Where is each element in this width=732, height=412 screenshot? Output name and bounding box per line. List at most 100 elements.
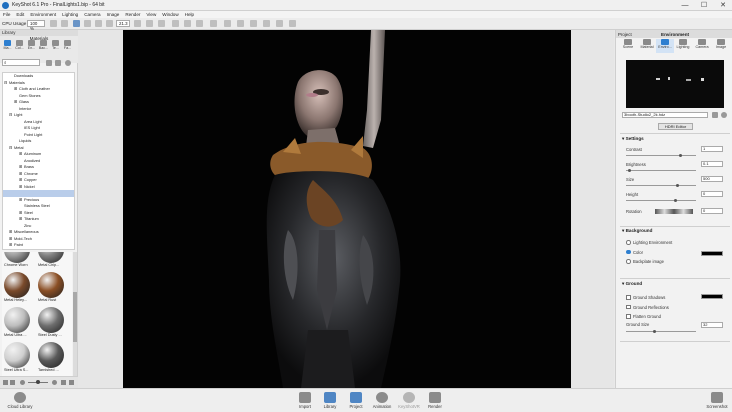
minimize-icon[interactable]: — bbox=[678, 1, 692, 10]
import-button[interactable]: Import bbox=[294, 392, 316, 409]
library-search-input[interactable]: ⌕ bbox=[2, 59, 40, 66]
render-preview-icon[interactable] bbox=[250, 20, 257, 27]
menu-environment[interactable]: Environment bbox=[30, 12, 56, 17]
library-tab-colors[interactable]: Col... bbox=[14, 40, 25, 52]
setting-slider-knob[interactable] bbox=[679, 154, 683, 157]
ground-checkbox[interactable] bbox=[626, 295, 631, 300]
menu-view[interactable]: View bbox=[146, 12, 156, 17]
rotation-input[interactable]: 0 bbox=[701, 208, 723, 214]
close-icon[interactable]: ✕ bbox=[716, 1, 730, 10]
setting-input[interactable]: 1 bbox=[701, 146, 723, 152]
maximize-icon[interactable]: ☐ bbox=[697, 1, 711, 10]
background-radio[interactable] bbox=[626, 240, 631, 245]
rotation-dial[interactable] bbox=[655, 209, 693, 214]
menu-edit[interactable]: Edit bbox=[16, 12, 24, 17]
ground-checkbox[interactable] bbox=[626, 314, 631, 319]
library-tab-favorites[interactable]: Fa... bbox=[62, 40, 73, 52]
menu-file[interactable]: File bbox=[3, 12, 10, 17]
project-button[interactable]: Project bbox=[345, 392, 367, 409]
refresh-library-icon[interactable] bbox=[65, 60, 71, 66]
cpu-usage-select[interactable]: 100 % bbox=[27, 20, 45, 31]
cloud-icon[interactable] bbox=[61, 380, 66, 385]
library-tab-materials[interactable]: Ma... bbox=[2, 40, 13, 52]
setting-slider[interactable] bbox=[626, 200, 696, 201]
ground-size-knob[interactable] bbox=[652, 330, 656, 333]
render-viewport[interactable] bbox=[123, 30, 571, 388]
material-thumbnail[interactable]: Metal Heley... bbox=[4, 272, 30, 302]
region-icon[interactable] bbox=[158, 20, 165, 27]
library-tab-environments[interactable]: En... bbox=[26, 40, 37, 52]
image-icon[interactable] bbox=[276, 20, 283, 27]
folder-open-icon[interactable] bbox=[712, 112, 718, 118]
menu-image[interactable]: Image bbox=[107, 12, 120, 17]
setting-slider-knob[interactable] bbox=[675, 184, 679, 187]
zoom-input[interactable]: 21.3 bbox=[116, 20, 130, 27]
library-tab-textures[interactable]: Te... bbox=[50, 40, 61, 52]
tumble-icon[interactable] bbox=[172, 20, 179, 27]
studio-icon[interactable] bbox=[224, 20, 231, 27]
zoom-out-icon[interactable] bbox=[20, 380, 25, 385]
move-tool-icon[interactable] bbox=[84, 20, 91, 27]
menu-render[interactable]: Render bbox=[125, 12, 140, 17]
thumbnail-size-knob[interactable] bbox=[36, 380, 40, 384]
material-thumbnail[interactable]: Tarnished ... bbox=[38, 342, 64, 372]
refresh-icon[interactable] bbox=[73, 20, 80, 27]
zoom-in-icon[interactable] bbox=[52, 380, 57, 385]
thumbnail-scrollbar[interactable] bbox=[73, 252, 77, 376]
settings-icon[interactable] bbox=[69, 380, 74, 385]
import-icon[interactable] bbox=[55, 60, 61, 66]
camera-icon[interactable] bbox=[134, 20, 141, 27]
tree-item[interactable]: ⊞ Paint bbox=[3, 242, 74, 249]
project-tab-environment[interactable]: Enviro... bbox=[656, 39, 674, 53]
menu-help[interactable]: Help bbox=[185, 12, 194, 17]
setting-slider-knob[interactable] bbox=[628, 169, 631, 172]
menu-window[interactable]: Window bbox=[162, 12, 178, 17]
ground-size-slider[interactable] bbox=[626, 331, 696, 332]
reset-icon[interactable] bbox=[721, 112, 727, 118]
render-button[interactable]: Render bbox=[424, 392, 446, 409]
center-icon[interactable] bbox=[184, 20, 191, 27]
keyshotvr-button[interactable]: KeyShotVR bbox=[398, 392, 420, 409]
menu-camera[interactable]: Camera bbox=[84, 12, 100, 17]
ground-checkbox[interactable] bbox=[626, 304, 631, 309]
material-thumbnail[interactable]: Metal Ultra ... bbox=[4, 307, 30, 337]
setting-slider[interactable] bbox=[626, 185, 696, 186]
performance-mode-icon[interactable] bbox=[61, 20, 68, 27]
layout-icon[interactable] bbox=[237, 20, 244, 27]
ground-size-input[interactable]: 32 bbox=[701, 322, 723, 328]
library-button[interactable]: Library bbox=[319, 392, 341, 409]
pan-icon[interactable] bbox=[95, 20, 102, 27]
hdri-file-field[interactable]: 3booth-Studio2_2k.hdz bbox=[622, 112, 708, 118]
library-tab-backplates[interactable]: Bac... bbox=[38, 40, 49, 52]
list-view-icon[interactable] bbox=[10, 380, 15, 385]
material-thumbnail[interactable]: Metal Rust bbox=[38, 272, 64, 302]
background-radio[interactable] bbox=[626, 259, 631, 264]
animation-button[interactable]: Animation bbox=[371, 392, 393, 409]
screenshot-button[interactable]: Screenshot bbox=[704, 392, 730, 409]
background-color-swatch[interactable] bbox=[701, 251, 723, 256]
folder-add-icon[interactable] bbox=[46, 60, 52, 66]
ground-shadow-color-swatch[interactable] bbox=[701, 294, 723, 299]
project-tab-image[interactable]: Image bbox=[712, 39, 730, 53]
menu-lighting[interactable]: Lighting bbox=[62, 12, 78, 17]
project-tab-lighting[interactable]: Lighting bbox=[674, 39, 692, 53]
bounding-box-icon[interactable] bbox=[196, 20, 203, 27]
setting-slider-knob[interactable] bbox=[673, 199, 677, 202]
setting-input[interactable]: 500 bbox=[701, 176, 723, 182]
project-tab-material[interactable]: Material bbox=[638, 39, 656, 53]
project-tab-scene[interactable]: Scene bbox=[619, 39, 637, 53]
setting-slider[interactable] bbox=[626, 170, 696, 171]
material-thumbnail[interactable]: Steel Dusty ... bbox=[38, 307, 64, 337]
pause-icon[interactable] bbox=[50, 20, 57, 27]
setting-input[interactable]: 0.1 bbox=[701, 161, 723, 167]
geometry-view-icon[interactable] bbox=[210, 20, 217, 27]
hdri-editor-button[interactable]: HDRI Editor bbox=[658, 123, 693, 130]
material-thumbnail[interactable]: Steel Ultra S... bbox=[4, 342, 30, 372]
capture-icon[interactable] bbox=[263, 20, 270, 27]
script-icon[interactable] bbox=[289, 20, 296, 27]
grid-view-icon[interactable] bbox=[3, 380, 8, 385]
cloud-library-button[interactable]: Cloud Library bbox=[6, 392, 34, 409]
grid-icon[interactable] bbox=[146, 20, 153, 27]
background-radio[interactable] bbox=[626, 249, 631, 254]
dolly-icon[interactable] bbox=[106, 20, 113, 27]
